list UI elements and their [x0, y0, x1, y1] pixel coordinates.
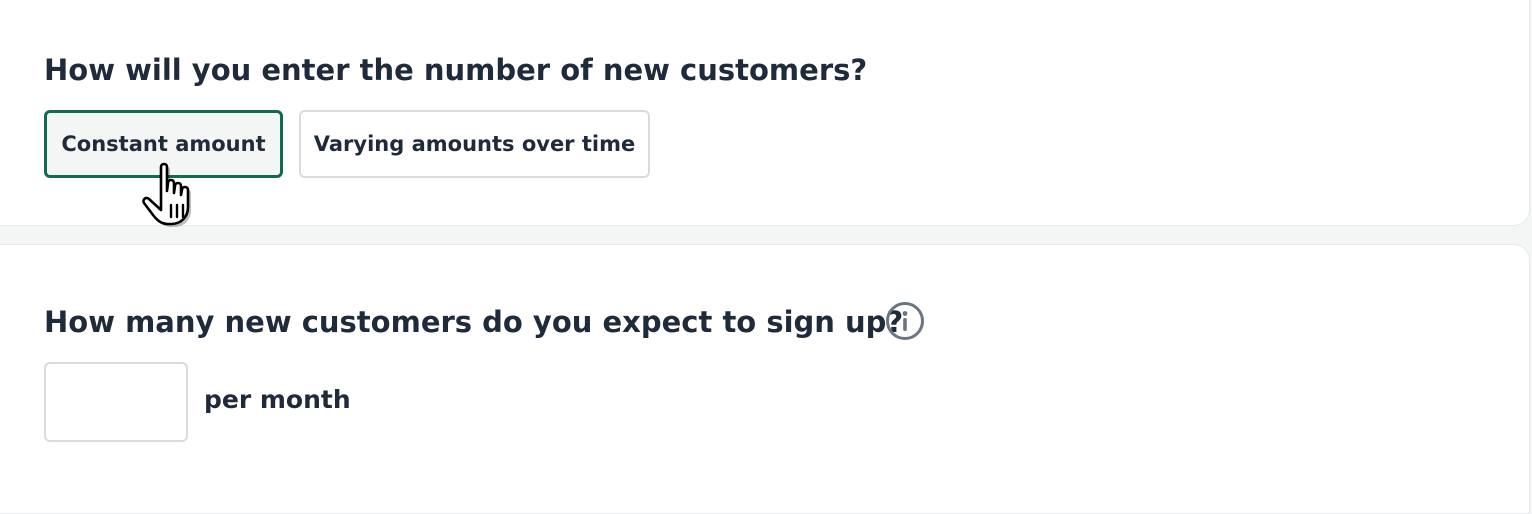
signups-card: [0, 244, 1530, 514]
entry-method-question: How will you enter the number of new cus…: [44, 53, 868, 87]
varying-amounts-button[interactable]: Varying amounts over time: [299, 110, 650, 178]
per-month-label: per month: [204, 385, 351, 414]
customers-per-month-input[interactable]: [44, 362, 188, 442]
constant-amount-button[interactable]: Constant amount: [44, 110, 283, 178]
signups-question: How many new customers do you expect to …: [44, 305, 904, 339]
info-icon[interactable]: [885, 301, 925, 341]
